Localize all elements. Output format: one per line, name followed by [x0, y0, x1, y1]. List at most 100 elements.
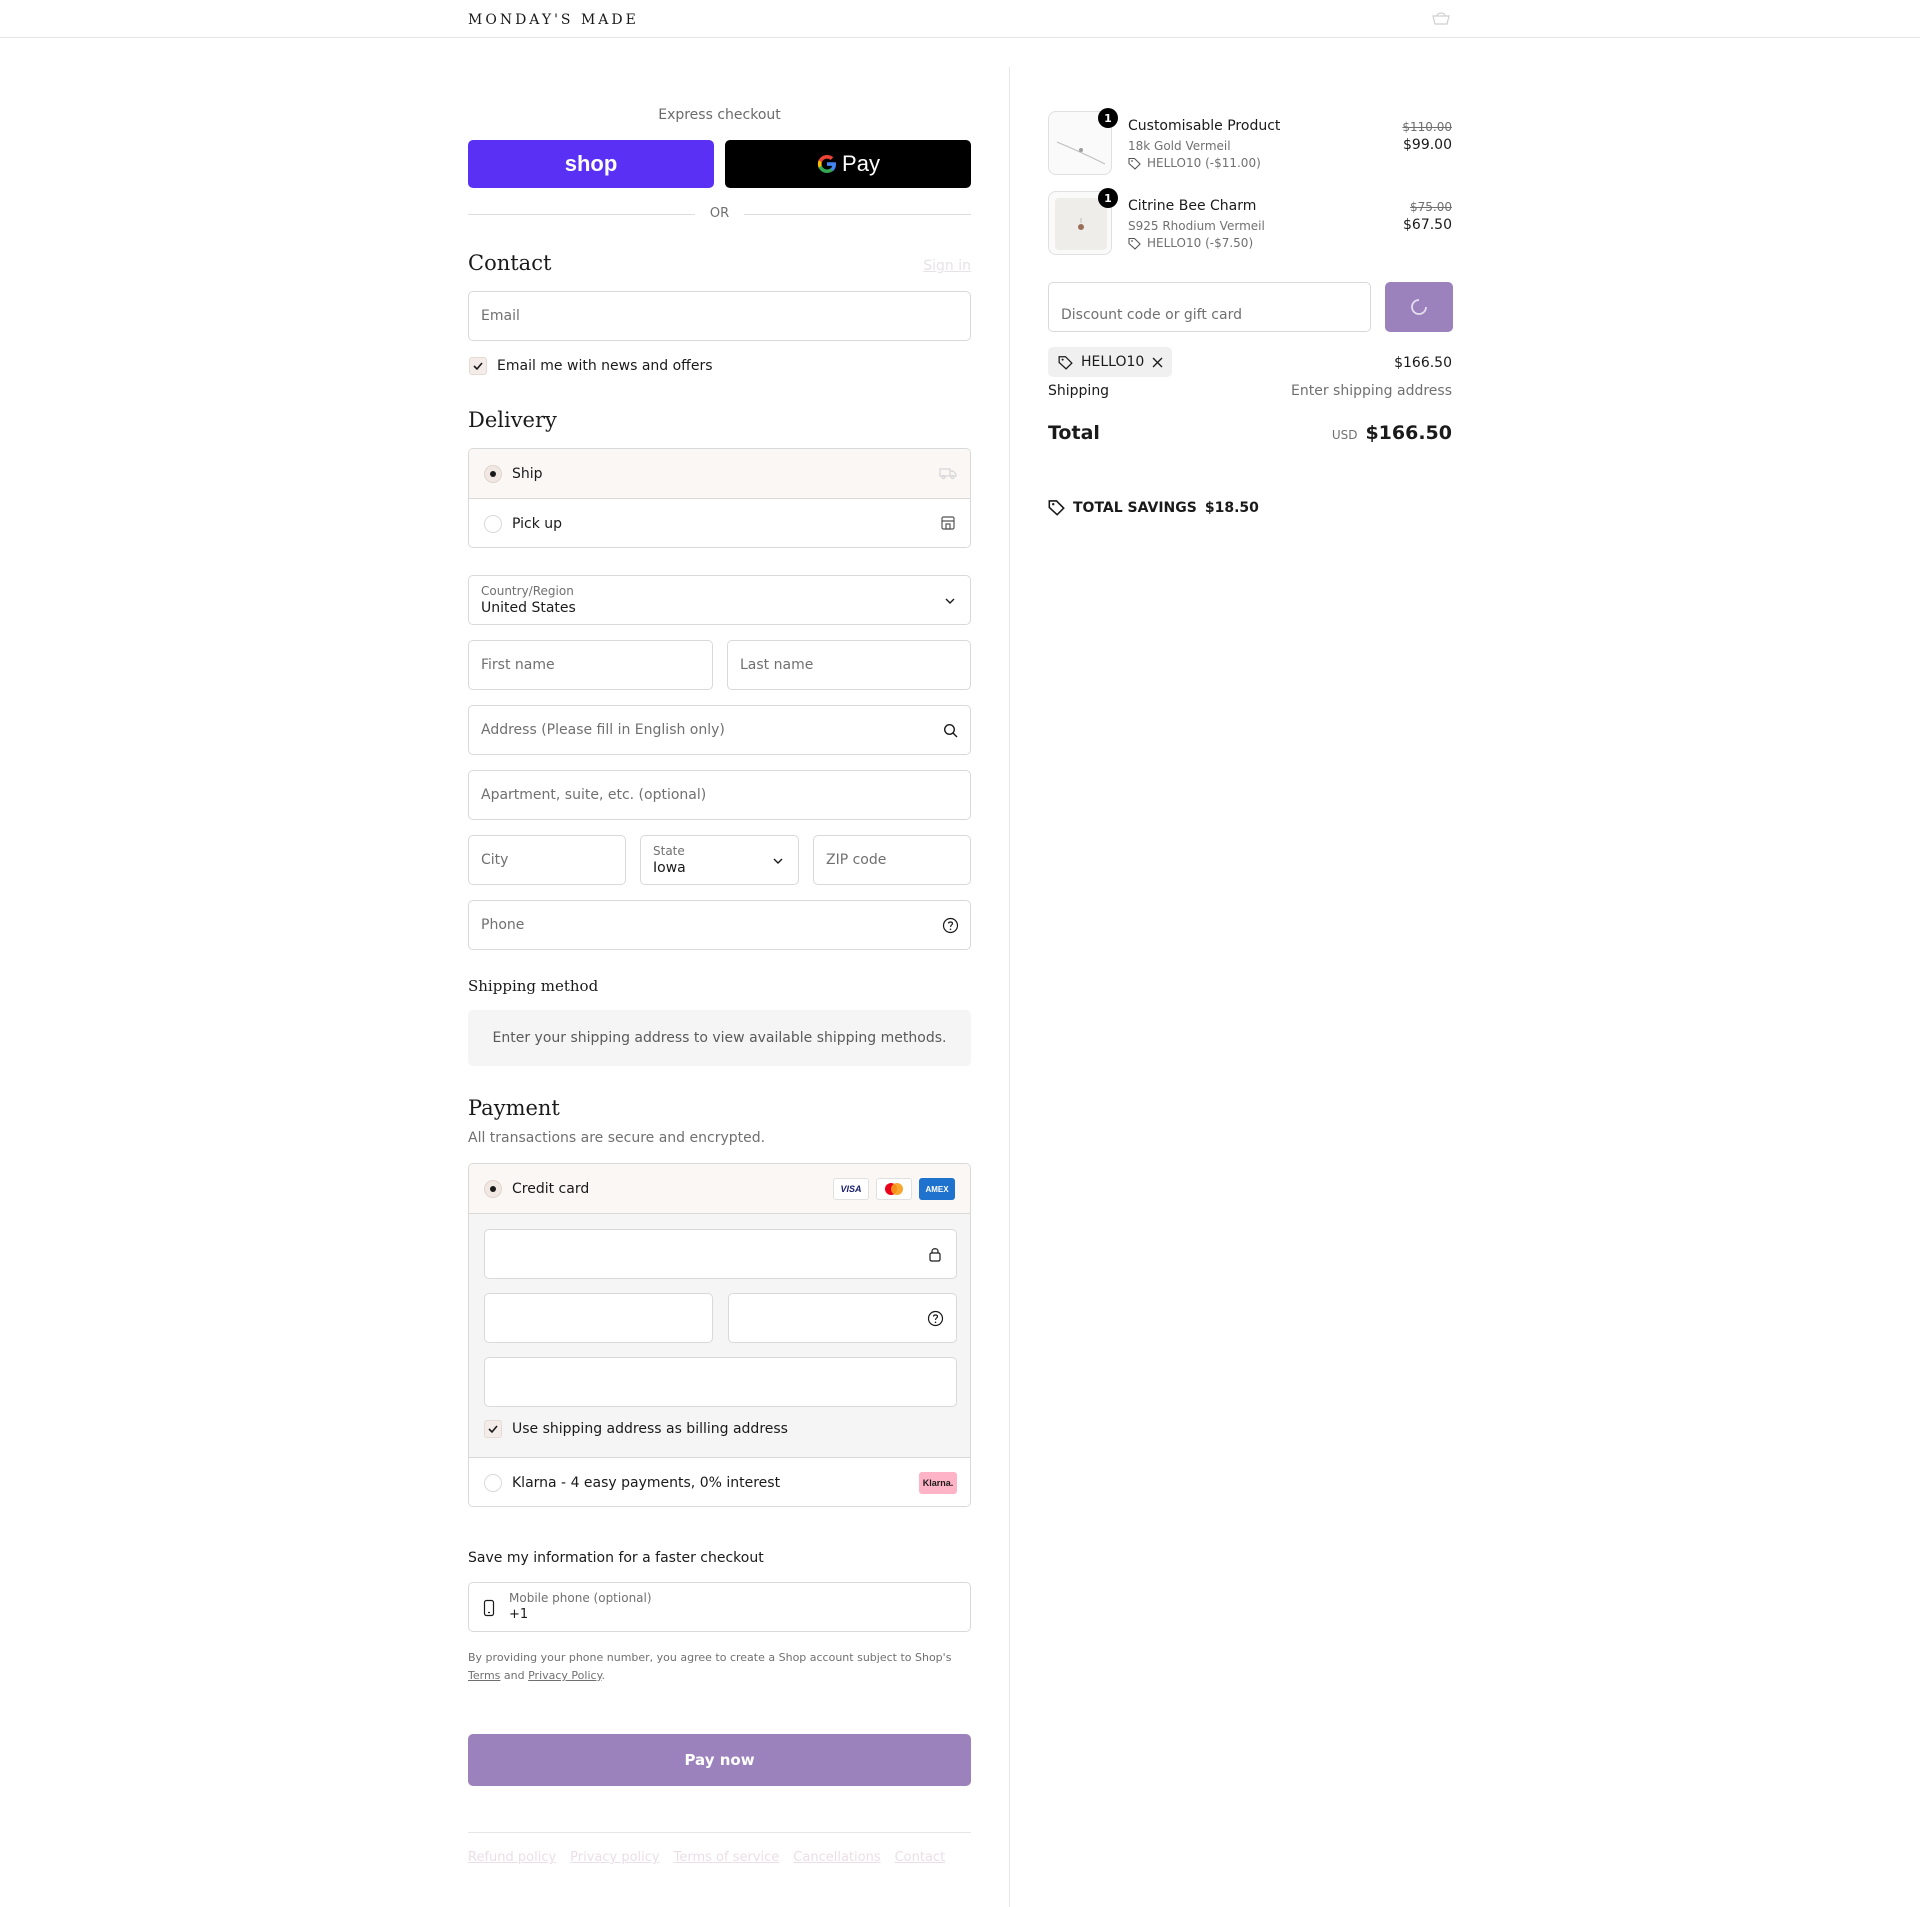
product-name: Citrine Bee Charm	[1128, 198, 1257, 214]
address-field[interactable]: Address (Please fill in English only)	[468, 705, 971, 755]
country-select[interactable]: Country/Region United States	[468, 575, 971, 625]
delivery-option-ship[interactable]: Ship	[469, 449, 970, 499]
country-value: United States	[481, 600, 576, 616]
card-cvv-field[interactable]	[728, 1293, 957, 1343]
tag-icon	[1058, 355, 1073, 370]
footer-link-terms[interactable]: Terms of service	[674, 1850, 780, 1865]
first-name-placeholder: First name	[481, 657, 555, 673]
product-variant: 18k Gold Vermeil	[1128, 139, 1231, 153]
shipping-value: Enter shipping address	[1291, 383, 1452, 399]
visa-icon: VISA	[833, 1178, 869, 1200]
newsletter-checkbox[interactable]	[469, 357, 487, 375]
footer-links: Refund policy Privacy policy Terms of se…	[468, 1850, 971, 1865]
card-expiry-field[interactable]	[484, 1293, 713, 1343]
sale-price: $67.50	[1403, 217, 1452, 233]
subtotal-value: $166.50	[1394, 355, 1452, 371]
delivery-option-pickup[interactable]: Pick up	[469, 499, 970, 547]
quantity-badge: 1	[1098, 188, 1118, 208]
pickup-radio[interactable]	[484, 515, 502, 533]
payment-title: Payment	[468, 1096, 560, 1120]
checkmark-icon	[488, 1425, 498, 1434]
footer-divider	[468, 1832, 971, 1833]
address-placeholder: Address (Please fill in English only)	[481, 722, 725, 738]
contact-title: Contact	[468, 251, 552, 275]
phone-field[interactable]: Phone	[468, 900, 971, 950]
first-name-field[interactable]: First name	[468, 640, 713, 690]
privacy-link[interactable]: Privacy Policy	[528, 1669, 601, 1682]
total-currency: USD	[1331, 428, 1358, 442]
checkmark-icon	[473, 362, 483, 371]
payment-options: Credit card VISA AMEX Use shipping addre…	[468, 1163, 971, 1507]
google-g-icon	[817, 155, 837, 173]
original-price: $75.00	[1410, 200, 1452, 214]
brand-logo[interactable]: MONDAY'S MADE	[468, 12, 639, 28]
shopping-bag-icon[interactable]	[1430, 10, 1452, 26]
loading-spinner-icon	[1411, 299, 1427, 315]
card-name-field[interactable]	[484, 1357, 957, 1407]
city-field[interactable]: City	[468, 835, 626, 885]
last-name-placeholder: Last name	[740, 657, 814, 673]
footer-link-cancellations[interactable]: Cancellations	[793, 1850, 880, 1865]
ship-radio[interactable]	[484, 465, 502, 483]
shipping-label: Shipping	[1048, 383, 1110, 399]
state-label: State	[653, 844, 685, 858]
legal-period: .	[601, 1669, 606, 1682]
billing-checkbox[interactable]	[484, 1420, 502, 1438]
help-circle-icon[interactable]	[942, 917, 959, 934]
close-icon[interactable]	[1152, 357, 1163, 368]
state-value: Iowa	[653, 860, 686, 876]
product-discount-label: HELLO10 (-$7.50)	[1147, 236, 1254, 250]
footer-link-refund[interactable]: Refund policy	[468, 1850, 556, 1865]
product-discount: HELLO10 (-$11.00)	[1128, 156, 1261, 170]
country-label: Country/Region	[481, 584, 574, 598]
original-price: $110.00	[1402, 120, 1452, 134]
payment-subtitle: All transactions are secure and encrypte…	[468, 1130, 766, 1146]
total-amount: USD $166.50	[1292, 422, 1452, 444]
city-placeholder: City	[481, 852, 509, 868]
tag-icon	[1128, 157, 1141, 170]
state-select[interactable]: State Iowa	[640, 835, 799, 885]
shipping-method-title: Shipping method	[468, 977, 599, 995]
pickup-label: Pick up	[512, 516, 563, 532]
zip-field[interactable]: ZIP code	[813, 835, 971, 885]
help-circle-icon[interactable]	[927, 1310, 944, 1327]
sign-in-link[interactable]: Sign in	[900, 258, 971, 274]
tag-icon	[1048, 500, 1065, 516]
sale-price: $99.00	[1403, 137, 1452, 153]
chevron-down-icon	[773, 858, 783, 864]
discount-placeholder: Discount code or gift card	[1061, 307, 1242, 323]
email-field[interactable]: Email	[468, 291, 971, 341]
product-discount: HELLO10 (-$7.50)	[1128, 236, 1253, 250]
total-savings-label: TOTAL SAVINGS	[1073, 499, 1197, 516]
apartment-field[interactable]: Apartment, suite, etc. (optional)	[468, 770, 971, 820]
klarna-radio[interactable]	[484, 1474, 502, 1492]
chevron-down-icon	[945, 598, 955, 604]
terms-link[interactable]: Terms	[468, 1669, 500, 1682]
product-variant: S925 Rhodium Vermeil	[1128, 219, 1265, 233]
total-value: $166.50	[1365, 422, 1452, 444]
express-checkout-label: Express checkout	[658, 107, 781, 123]
shop-pay-button[interactable]: shop	[468, 140, 714, 188]
mobile-phone-field[interactable]: Mobile phone (optional) +1	[468, 1582, 971, 1632]
search-icon	[943, 723, 958, 738]
discount-code-field[interactable]: Discount code or gift card	[1048, 282, 1371, 332]
mobile-phone-icon	[483, 1599, 495, 1617]
or-label: OR	[709, 206, 730, 221]
payment-option-klarna[interactable]: Klarna - 4 easy payments, 0% interest Kl…	[469, 1458, 970, 1506]
apply-discount-button[interactable]	[1385, 282, 1453, 332]
pay-now-button[interactable]: Pay now	[468, 1734, 971, 1786]
credit-card-radio[interactable]	[484, 1180, 502, 1198]
lock-icon	[929, 1248, 941, 1262]
phone-placeholder: Phone	[481, 917, 525, 933]
legal-text: By providing your phone number, you agre…	[468, 1651, 952, 1664]
payment-option-credit-card[interactable]: Credit card VISA AMEX	[469, 1164, 970, 1214]
last-name-field[interactable]: Last name	[727, 640, 971, 690]
footer-link-privacy[interactable]: Privacy policy	[570, 1850, 659, 1865]
google-pay-button[interactable]: Pay	[725, 140, 971, 188]
card-number-field[interactable]	[484, 1229, 957, 1279]
footer-link-contact[interactable]: Contact	[895, 1850, 946, 1865]
product-name: Customisable Product	[1128, 118, 1281, 134]
newsletter-label: Email me with news and offers	[497, 358, 713, 374]
mobile-phone-label: Mobile phone (optional)	[509, 1591, 652, 1605]
total-label: Total	[1048, 422, 1100, 444]
